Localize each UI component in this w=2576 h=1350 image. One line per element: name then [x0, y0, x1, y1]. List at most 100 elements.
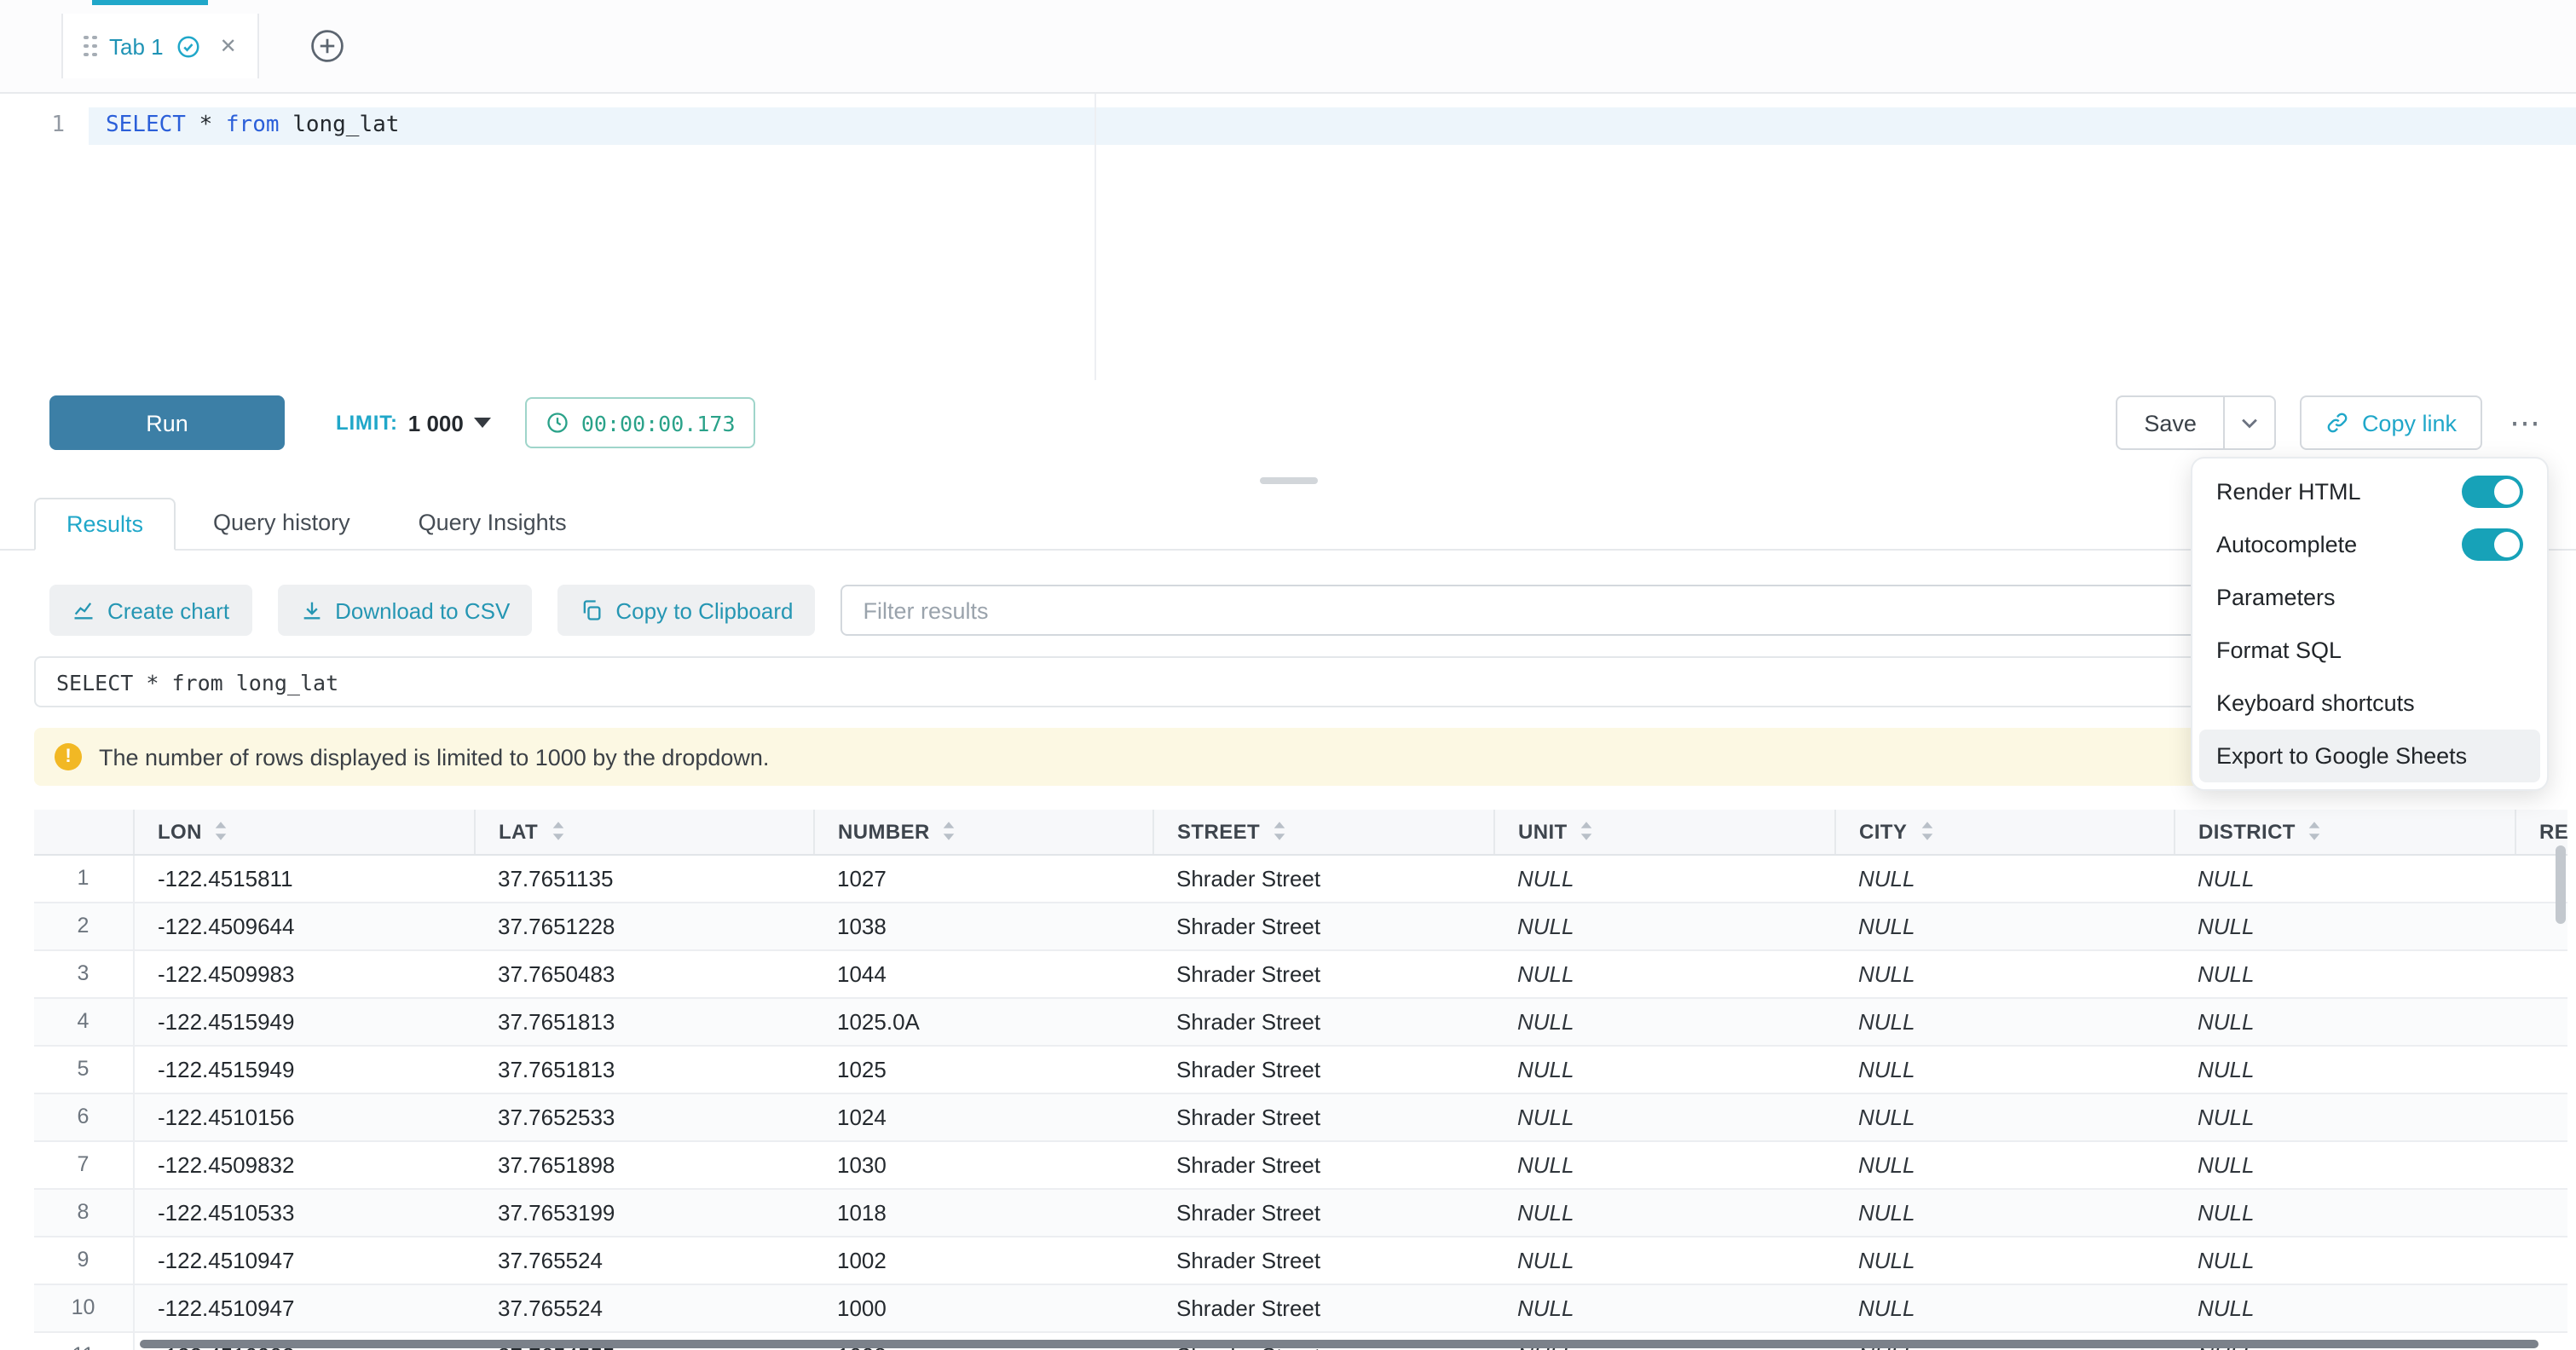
cell-lat: 37.7651898 [474, 1140, 813, 1188]
toggle-render-html[interactable] [2462, 476, 2523, 508]
row-number: 10 [34, 1284, 133, 1331]
sort-icon [942, 821, 957, 843]
column-header-street[interactable]: STREET [1152, 810, 1493, 854]
create-chart-button[interactable]: Create chart [49, 585, 251, 636]
table-row[interactable]: 2-122.450964437.76512281038Shrader Stree… [34, 902, 2567, 949]
table-row[interactable]: 1-122.451581137.76511351027Shrader Stree… [34, 854, 2567, 902]
table-row[interactable]: 3-122.450998337.76504831044Shrader Stree… [34, 949, 2567, 997]
menu-item-export-to-google-sheets[interactable]: Export to Google Sheets [2199, 730, 2540, 782]
menu-item-format-sql[interactable]: Format SQL [2199, 624, 2540, 677]
add-tab-button[interactable] [307, 26, 348, 66]
null-value: NULL [1858, 865, 1915, 891]
sql-code-line: SELECT * from long_lat [89, 107, 2576, 145]
horizontal-scrollbar[interactable] [140, 1340, 2538, 1348]
cell-re [2515, 1140, 2567, 1188]
column-header-lat[interactable]: LAT [474, 810, 813, 854]
cell-street: Shrader Street [1152, 902, 1493, 949]
warning-text: The number of rows displayed is limited … [99, 744, 769, 770]
menu-item-parameters[interactable]: Parameters [2199, 571, 2540, 624]
cell-unit: NULL [1493, 902, 1834, 949]
sql-lab-app: Tab 1 ✕ 1 SELECT * from long_lat Run LIM… [0, 0, 2576, 1350]
limit-label: LIMIT: [336, 411, 398, 435]
link-icon [2326, 411, 2350, 435]
table-row[interactable]: 4-122.451594937.76518131025.0AShrader St… [34, 997, 2567, 1045]
sql-editor[interactable]: 1 SELECT * from long_lat [0, 94, 2576, 380]
cell-street: Shrader Street [1152, 854, 1493, 902]
vertical-scrollbar[interactable] [2556, 845, 2566, 924]
cell-lon: -122.4509644 [133, 902, 474, 949]
download-csv-button[interactable]: Download to CSV [277, 585, 532, 636]
tab-query-insights[interactable]: Query Insights [388, 496, 598, 549]
menu-item-label: Keyboard shortcuts [2216, 690, 2415, 716]
menu-item-autocomplete[interactable]: Autocomplete [2199, 518, 2540, 571]
cell-city: NULL [1834, 1093, 2174, 1140]
cell-city: NULL [1834, 949, 2174, 997]
menu-item-keyboard-shortcuts[interactable]: Keyboard shortcuts [2199, 677, 2540, 730]
line-number: 1 [0, 107, 65, 145]
copy-link-label: Copy link [2362, 410, 2457, 436]
save-dropdown-button[interactable] [2226, 395, 2277, 450]
null-value: NULL [2198, 1056, 2255, 1082]
toggle-autocomplete[interactable] [2462, 528, 2523, 561]
null-value: NULL [1517, 1199, 1574, 1225]
save-button[interactable]: Save [2115, 395, 2226, 450]
limit-dropdown[interactable]: LIMIT: 1 000 [336, 410, 491, 436]
cell-city: NULL [1834, 1188, 2174, 1236]
close-tab-icon[interactable]: ✕ [220, 34, 237, 58]
column-header-district[interactable]: DISTRICT [2174, 810, 2515, 854]
row-number: 2 [34, 902, 133, 949]
row-number: 3 [34, 949, 133, 997]
table-row[interactable]: 5-122.451594937.76518131025Shrader Stree… [34, 1045, 2567, 1093]
drag-handle-icon [84, 35, 97, 57]
column-header-unit[interactable]: UNIT [1493, 810, 1834, 854]
cell-number: 1025 [813, 1045, 1152, 1093]
cell-lat: 37.7651228 [474, 902, 813, 949]
cell-number: 1000 [813, 1284, 1152, 1331]
cell-number: 1044 [813, 949, 1152, 997]
copy-clipboard-button[interactable]: Copy to Clipboard [557, 585, 815, 636]
table-row[interactable]: 7-122.450983237.76518981030Shrader Stree… [34, 1140, 2567, 1188]
null-value: NULL [2198, 1008, 2255, 1034]
results-table-container: LON LAT NUMBER STREET UNIT CITY DISTRICT… [34, 810, 2567, 1350]
table-row[interactable]: 9-122.451094737.7655241002Shrader Street… [34, 1236, 2567, 1284]
results-tab-bar: ResultsQuery historyQuery Insights [0, 496, 2576, 551]
pane-drag-handle[interactable] [1259, 477, 1317, 484]
menu-item-render-html[interactable]: Render HTML [2199, 465, 2540, 518]
cell-lon: -122.4510947 [133, 1236, 474, 1284]
download-csv-label: Download to CSV [335, 597, 510, 623]
cell-number: 1030 [813, 1140, 1152, 1188]
executed-query-preview: SELECT * from long_lat [34, 656, 2538, 707]
table-row[interactable]: 8-122.451053337.76531991018Shrader Stree… [34, 1188, 2567, 1236]
cell-number: 1024 [813, 1093, 1152, 1140]
tab-tab1[interactable]: Tab 1 ✕ [61, 14, 259, 78]
column-label: STREET [1177, 820, 1260, 844]
null-value: NULL [2198, 913, 2255, 938]
table-row[interactable]: 6-122.451015637.76525331024Shrader Stree… [34, 1093, 2567, 1140]
query-timer: 00:00:00.173 [525, 397, 756, 448]
cell-district: NULL [2174, 1045, 2515, 1093]
cell-street: Shrader Street [1152, 997, 1493, 1045]
column-header-lon[interactable]: LON [133, 810, 474, 854]
cell-unit: NULL [1493, 1284, 1834, 1331]
null-value: NULL [1517, 961, 1574, 986]
save-button-group: Save [2115, 395, 2277, 450]
more-options-button[interactable]: ⋯ [2506, 401, 2545, 445]
cell-district: NULL [2174, 854, 2515, 902]
run-button[interactable]: Run [49, 395, 285, 450]
cell-city: NULL [1834, 1140, 2174, 1188]
column-label: LAT [499, 820, 538, 844]
tab-label: Tab 1 [109, 33, 164, 59]
cell-lon: -122.4510947 [133, 1284, 474, 1331]
copy-clipboard-label: Copy to Clipboard [615, 597, 793, 623]
column-header-number[interactable]: NUMBER [813, 810, 1152, 854]
tab-results[interactable]: Results [34, 498, 176, 551]
row-number: 6 [34, 1093, 133, 1140]
cell-district: NULL [2174, 1093, 2515, 1140]
editor-code-area[interactable]: SELECT * from long_lat [89, 94, 2576, 380]
copy-link-button[interactable]: Copy link [2301, 395, 2482, 450]
tab-query-history[interactable]: Query history [182, 496, 381, 549]
null-value: NULL [1858, 913, 1915, 938]
table-row[interactable]: 10-122.451094737.7655241000Shrader Stree… [34, 1284, 2567, 1331]
cell-city: NULL [1834, 1284, 2174, 1331]
column-header-city[interactable]: CITY [1834, 810, 2174, 854]
